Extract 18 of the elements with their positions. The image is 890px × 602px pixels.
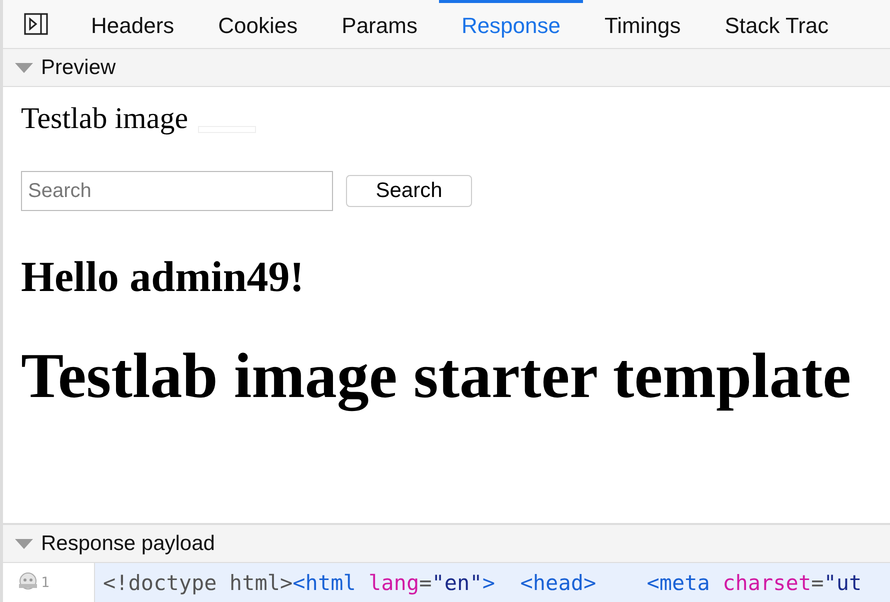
site-title: Testlab image: [21, 101, 188, 137]
section-header[interactable]: Response payload: [0, 525, 890, 563]
search-button[interactable]: Search: [346, 175, 472, 207]
tab[interactable]: Stack Trac: [702, 0, 851, 48]
triangle-icon[interactable]: [15, 62, 33, 72]
line-number: 1: [41, 575, 50, 591]
greeting-heading: Hello admin49!: [21, 253, 306, 303]
tab[interactable]: Headers: [69, 0, 196, 48]
tab[interactable]: Params: [320, 0, 440, 48]
section-title: Response payload: [41, 532, 215, 556]
section-title: Preview: [41, 56, 116, 80]
search-field[interactable]: Search: [21, 171, 333, 211]
panel-toggle-icon[interactable]: [24, 13, 48, 35]
triangle-icon[interactable]: [15, 538, 33, 548]
tab[interactable]: Cookies: [196, 0, 320, 48]
tab[interactable]: Timings: [582, 0, 703, 48]
section-header[interactable]: Preview: [0, 49, 890, 87]
page-heading: Testlab image starter template: [21, 339, 852, 413]
